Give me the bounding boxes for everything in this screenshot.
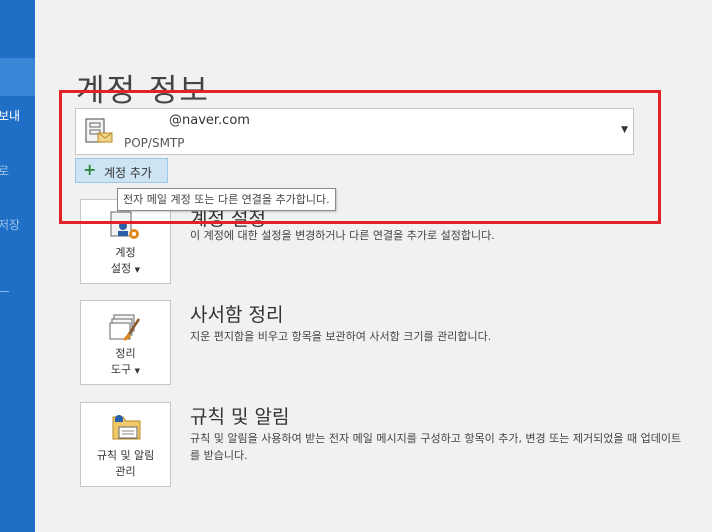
account-settings-desc: 이 계정에 대한 설정을 변경하거나 다른 연결을 추가로 설정합니다. bbox=[190, 229, 495, 242]
backstage-nav: 보내 로 저장 bbox=[0, 0, 35, 532]
account-email: @naver.com bbox=[124, 113, 250, 128]
account-settings-label-1: 계정 bbox=[115, 246, 136, 259]
account-type: POP/SMTP bbox=[124, 136, 185, 150]
mailbox-cleanup-title: 사서함 정리 bbox=[190, 304, 284, 326]
account-settings-button[interactable]: 계정 설정 ▼ bbox=[80, 199, 171, 284]
add-account-button[interactable]: + 계정 추가 bbox=[75, 158, 168, 183]
rules-alerts-desc: 규칙 및 알림을 사용하여 받는 전자 메일 메시지를 구성하고 항목이 추가,… bbox=[190, 432, 682, 462]
mailbox-cleanup-desc: 지운 편지함을 비우고 항목을 보관하여 사서함 크기를 관리합니다. bbox=[190, 330, 492, 343]
rules-alerts-title: 규칙 및 알림 bbox=[190, 406, 290, 428]
account-settings-label-2-text: 설정 bbox=[110, 262, 132, 275]
rules-alerts-label-2: 관리 bbox=[115, 465, 136, 478]
account-settings-label-2: 설정 ▼ bbox=[81, 260, 170, 276]
nav-item-save[interactable]: 저장 bbox=[0, 216, 20, 233]
page-title: 계정 정보 bbox=[76, 72, 210, 109]
add-account-label: 계정 추가 bbox=[104, 166, 152, 180]
cleanup-tools-label-2: 도구 ▼ bbox=[81, 361, 170, 377]
nav-item-partial[interactable]: 로 bbox=[0, 162, 9, 179]
cleanup-tools-label-1: 정리 bbox=[115, 347, 136, 360]
account-selector-dropdown[interactable]: @naver.com POP/SMTP ▼ bbox=[75, 108, 634, 155]
rules-alerts-button[interactable]: 규칙 및 알림 관리 bbox=[80, 402, 171, 487]
account-email-text: @naver.com bbox=[169, 113, 250, 128]
account-settings-icon bbox=[110, 211, 139, 239]
nav-item-send[interactable]: 보내 bbox=[0, 107, 20, 124]
account-file-icon bbox=[85, 118, 113, 143]
nav-divider bbox=[0, 291, 9, 292]
add-account-tooltip: 전자 메일 계정 또는 다른 연결을 추가합니다. bbox=[117, 188, 336, 211]
rules-alerts-label-1: 규칙 및 알림 bbox=[96, 449, 155, 462]
nav-selected-bg bbox=[0, 58, 35, 96]
rules-alerts-icon bbox=[112, 415, 141, 440]
chevron-down-icon[interactable]: ▼ bbox=[621, 125, 628, 135]
cleanup-tools-button[interactable]: 정리 도구 ▼ bbox=[80, 300, 171, 385]
cleanup-tools-label-2-text: 도구 bbox=[110, 363, 132, 376]
dropdown-arrow-icon: ▼ bbox=[134, 266, 141, 274]
cleanup-tools-icon bbox=[109, 314, 141, 341]
plus-icon: + bbox=[83, 160, 97, 179]
dropdown-arrow-icon: ▼ bbox=[134, 367, 141, 375]
